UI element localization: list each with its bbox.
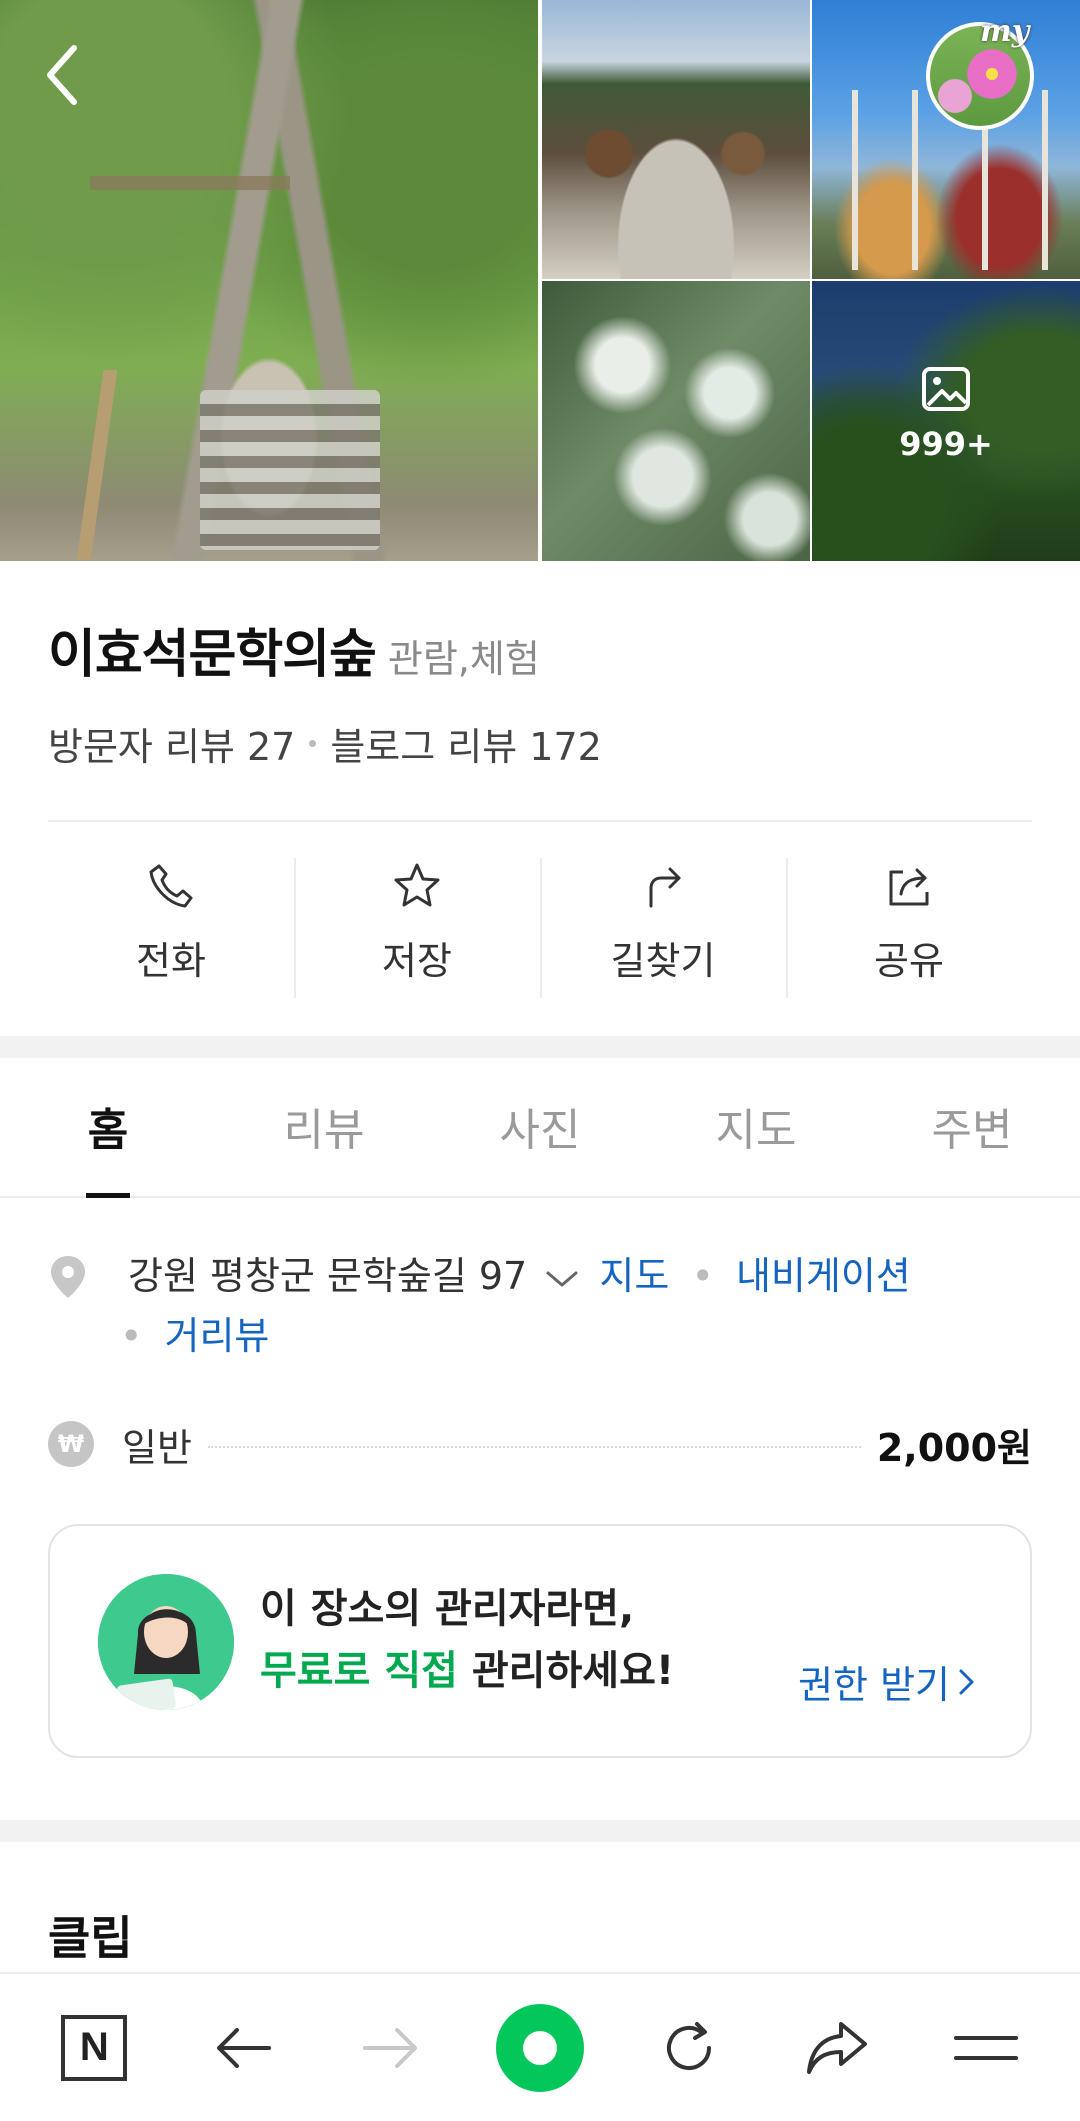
more-photos-count: 999+	[899, 425, 993, 463]
clip-section-title: 클립	[48, 1911, 133, 1965]
green-dot-button[interactable]	[490, 1998, 590, 2098]
navigation-link[interactable]: 내비게이션	[736, 1254, 911, 1298]
address-text: 강원 평창군 문학숲길 97	[128, 1254, 528, 1298]
section-separator	[0, 1036, 1080, 1058]
arrow-left-icon	[216, 2027, 271, 2068]
directions-label: 길찾기	[610, 939, 716, 983]
arrow-right-icon	[363, 2027, 418, 2068]
share-label: 공유	[874, 939, 944, 983]
directions-button[interactable]: 길찾기	[540, 856, 786, 1000]
tab-nearby[interactable]: 주변	[864, 1058, 1080, 1196]
manager-illustration	[98, 1574, 234, 1710]
tab-map[interactable]: 지도	[648, 1058, 864, 1196]
owner-claim-card[interactable]: 이 장소의 관리자라면, 무료로 직접 관리하세요! 권한 받기	[48, 1524, 1032, 1758]
share-icon	[889, 868, 929, 906]
call-button[interactable]: 전화	[48, 856, 294, 1000]
owner-card-line2: 관리하세요!	[457, 1648, 675, 1694]
photo-thumbnail[interactable]	[542, 281, 810, 561]
action-bar: 전화 저장 길찾기 공유	[48, 856, 1032, 1000]
chevron-down-icon[interactable]	[545, 1269, 579, 1289]
more-photos-tile[interactable]: 999+	[812, 281, 1080, 561]
owner-card-line1: 이 장소의 관리자라면,	[260, 1586, 635, 1632]
naver-n-icon: N	[61, 2014, 128, 2081]
dotted-leader	[207, 1446, 861, 1448]
chevron-right-icon	[959, 1669, 974, 1694]
divider	[48, 820, 1032, 822]
save-button[interactable]: 저장	[294, 856, 540, 1000]
review-counts: 방문자 리뷰 27 블로그 리뷰 172	[48, 716, 602, 771]
call-label: 전화	[136, 939, 206, 983]
phone-icon	[149, 864, 193, 908]
reload-button[interactable]	[639, 1998, 739, 2098]
map-link[interactable]: 지도	[599, 1254, 669, 1298]
hamburger-menu-icon	[953, 2035, 1018, 2060]
blog-review-count[interactable]: 블로그 리뷰 172	[330, 716, 602, 771]
place-name: 이효석문학의숲	[48, 625, 377, 685]
browser-back-button[interactable]	[193, 1998, 293, 2098]
separator-dot	[309, 740, 317, 747]
separator-dot: •	[691, 1254, 714, 1298]
location-pin-icon	[51, 1256, 85, 1298]
place-category: 관람,체험	[387, 637, 540, 681]
menu-button[interactable]	[936, 1998, 1036, 2098]
price-row: ₩ 일반 2,000원	[48, 1414, 1032, 1474]
separator-dot: •	[120, 1314, 143, 1358]
share-button[interactable]: 공유	[786, 856, 1032, 1000]
price-value: 2,000원	[876, 1425, 1032, 1470]
visitor-review-count[interactable]: 방문자 리뷰 27	[48, 716, 295, 771]
save-label: 저장	[382, 939, 452, 983]
photo-thumbnail[interactable]	[542, 0, 810, 279]
section-separator	[0, 1820, 1080, 1842]
back-arrow-icon[interactable]	[40, 40, 90, 110]
tab-reviews[interactable]: 리뷰	[216, 1058, 432, 1196]
browser-forward-button[interactable]	[341, 1998, 441, 2098]
get-permission-link[interactable]: 권한 받기	[798, 1654, 978, 1709]
reload-icon	[666, 2021, 711, 2070]
my-label: my	[980, 14, 1030, 49]
tab-photos[interactable]: 사진	[432, 1058, 648, 1196]
owner-card-highlight: 무료로 직접	[260, 1648, 458, 1694]
browser-share-button[interactable]	[787, 1998, 887, 2098]
place-title-row: 이효석문학의숲 관람,체험	[48, 612, 540, 687]
directions-icon	[649, 867, 681, 908]
photo-gallery: 999+ my	[0, 0, 1080, 561]
street-view-link[interactable]: 거리뷰	[165, 1314, 270, 1358]
image-icon	[922, 367, 970, 411]
green-dot-icon	[495, 2003, 584, 2092]
won-icon: ₩	[48, 1421, 94, 1467]
star-icon	[394, 863, 440, 907]
tab-bar: 홈 리뷰 사진 지도 주변	[0, 1058, 1080, 1198]
get-permission-label: 권한 받기	[798, 1663, 950, 1707]
tab-home[interactable]: 홈	[0, 1058, 216, 1196]
share-arrow-icon	[807, 2021, 868, 2074]
naver-home-button[interactable]: N	[44, 1998, 144, 2098]
price-label: 일반	[122, 1425, 192, 1470]
browser-bottom-bar: N	[0, 1972, 1080, 2121]
